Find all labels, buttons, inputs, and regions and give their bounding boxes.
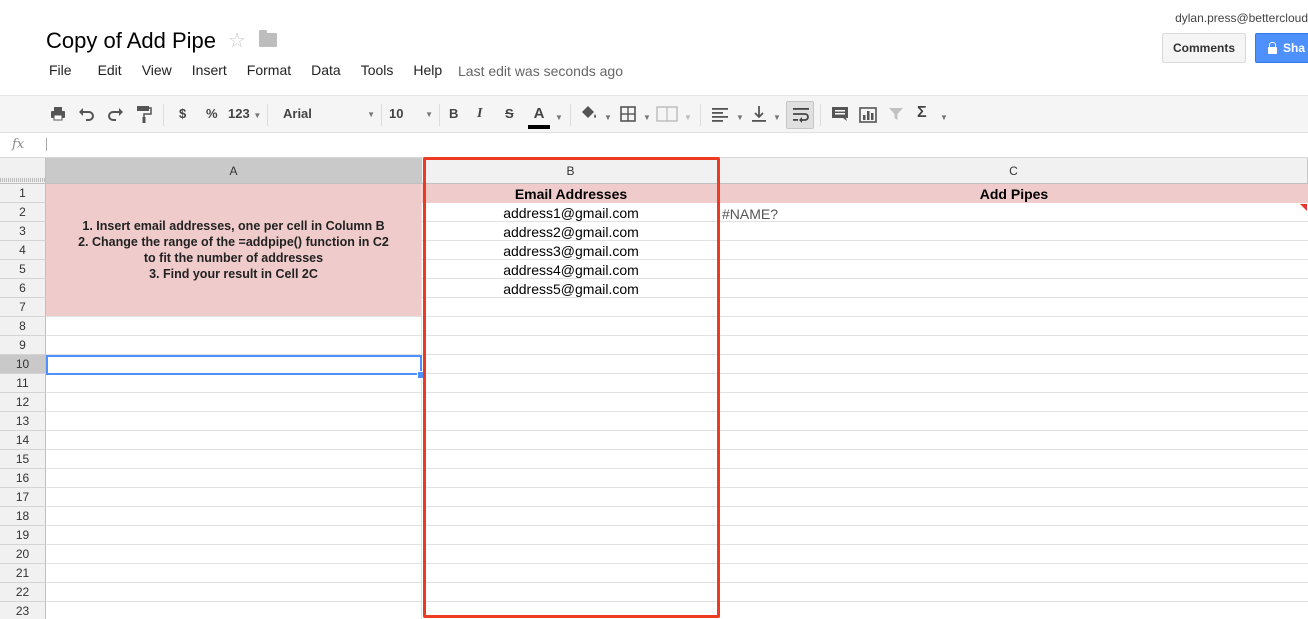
row-header-23[interactable]: 23 (0, 602, 46, 619)
menu-bar: File Edit View Insert Format Data Tools … (49, 62, 462, 82)
row-header-6[interactable]: 6 (0, 279, 46, 298)
wrap-text-icon (793, 108, 809, 123)
menu-format[interactable]: Format (247, 62, 291, 82)
paint-format-icon[interactable] (136, 105, 152, 123)
fx-icon: fx (12, 137, 25, 152)
font-size-label: 10 (389, 106, 404, 121)
vertical-align-icon[interactable] (750, 105, 768, 123)
chevron-down-icon: ▼ (425, 110, 433, 119)
app-header: Copy of Add Pipe ☆ dylan.press@betterclo… (0, 0, 1308, 95)
row-header-19[interactable]: 19 (0, 526, 46, 545)
borders-icon[interactable] (620, 106, 636, 122)
error-flag-icon (1300, 204, 1307, 211)
instruction-line: 1. Insert email addresses, one per cell … (82, 219, 385, 233)
menu-edit[interactable]: Edit (98, 62, 122, 82)
strikethrough-button[interactable]: S (505, 105, 514, 123)
text-color-button[interactable]: A (528, 105, 552, 129)
menu-file[interactable]: File (49, 62, 72, 82)
number-format-label: 123 (228, 106, 250, 121)
select-all-corner[interactable] (0, 158, 46, 184)
wrap-text-button[interactable] (786, 101, 814, 129)
row-header-16[interactable]: 16 (0, 469, 46, 488)
bold-button[interactable]: B (449, 105, 458, 123)
font-family-label: Arial (283, 106, 312, 121)
row-header-22[interactable]: 22 (0, 583, 46, 602)
redo-icon[interactable] (106, 106, 124, 122)
row-header-18[interactable]: 18 (0, 507, 46, 526)
formula-input[interactable] (46, 138, 47, 151)
row-header-12[interactable]: 12 (0, 393, 46, 412)
menu-view[interactable]: View (142, 62, 172, 82)
lock-icon (1268, 41, 1277, 54)
chevron-down-icon[interactable]: ▼ (773, 109, 781, 127)
share-button[interactable]: Sha (1255, 33, 1308, 63)
chevron-down-icon[interactable]: ▼ (736, 109, 744, 127)
comment-icon[interactable] (831, 106, 849, 122)
fill-color-icon[interactable] (579, 105, 599, 123)
column-b-highlight-annotation (423, 157, 720, 618)
user-email[interactable]: dylan.press@bettercloud (1175, 11, 1308, 25)
last-edit-status[interactable]: Last edit was seconds ago (458, 63, 623, 79)
menu-tools[interactable]: Tools (361, 62, 394, 82)
instructions-text: 1. Insert email addresses, one per cell … (78, 218, 389, 282)
menu-insert[interactable]: Insert (192, 62, 227, 82)
print-icon[interactable] (50, 106, 66, 122)
merge-cells-icon[interactable] (656, 106, 678, 122)
chevron-down-icon: ▼ (367, 110, 375, 119)
comments-button[interactable]: Comments (1162, 33, 1246, 63)
row-header-1[interactable]: 1 (0, 184, 46, 203)
row-header-3[interactable]: 3 (0, 222, 46, 241)
star-icon[interactable]: ☆ (228, 28, 246, 53)
cell-c2[interactable]: #NAME? (722, 204, 778, 223)
chevron-down-icon[interactable]: ▼ (684, 109, 692, 127)
chevron-down-icon[interactable]: ▼ (555, 109, 563, 127)
percent-format-button[interactable]: % (206, 105, 218, 123)
toolbar: $ % 123 ▼ Arial ▼ 10 ▼ B I S A ▼ ▼ ▼ ▼ ▼ ▼… (0, 95, 1308, 133)
row-header-11[interactable]: 11 (0, 374, 46, 393)
row-header-7[interactable]: 7 (0, 298, 46, 317)
instruction-line: 3. Find your result in Cell 2C (149, 267, 318, 281)
folder-icon[interactable] (259, 30, 277, 47)
row-header-8[interactable]: 8 (0, 317, 46, 336)
row-header-9[interactable]: 9 (0, 336, 46, 355)
instruction-line: to fit the number of addresses (143, 251, 324, 265)
menu-data[interactable]: Data (311, 62, 341, 82)
row-header-20[interactable]: 20 (0, 545, 46, 564)
row-header-15[interactable]: 15 (0, 450, 46, 469)
row-header-21[interactable]: 21 (0, 564, 46, 583)
undo-icon[interactable] (78, 106, 96, 122)
share-button-label: Sha (1283, 41, 1306, 55)
row-header-14[interactable]: 14 (0, 431, 46, 450)
merged-instruction-cell[interactable]: 1. Insert email addresses, one per cell … (46, 184, 422, 317)
cell-c1[interactable]: Add Pipes (720, 184, 1308, 203)
row-header-13[interactable]: 13 (0, 412, 46, 431)
selected-cell-a10[interactable] (46, 355, 422, 375)
chevron-down-icon: ▼ (253, 111, 262, 120)
row-header-2[interactable]: 2 (0, 203, 46, 222)
filter-icon[interactable] (888, 106, 904, 122)
align-left-icon[interactable] (711, 106, 729, 122)
column-header-c[interactable]: C (720, 158, 1308, 184)
font-family-dropdown[interactable]: Arial ▼ (283, 105, 375, 123)
row-header-10[interactable]: 10 (0, 355, 46, 374)
chevron-down-icon[interactable]: ▼ (643, 109, 651, 127)
italic-button[interactable]: I (477, 105, 482, 123)
column-header-a[interactable]: A (46, 158, 422, 184)
chevron-down-icon[interactable]: ▼ (604, 109, 612, 127)
number-format-dropdown[interactable]: 123 ▼ (228, 105, 261, 125)
currency-format-button[interactable]: $ (179, 105, 186, 123)
functions-button[interactable]: Σ (917, 104, 927, 122)
row-header-4[interactable]: 4 (0, 241, 46, 260)
row-header-17[interactable]: 17 (0, 488, 46, 507)
text-color-label: A (533, 105, 545, 122)
formula-bar: fx (0, 133, 1308, 158)
insert-chart-icon[interactable] (858, 106, 878, 124)
chevron-down-icon[interactable]: ▼ (940, 109, 948, 127)
font-size-dropdown[interactable]: 10 ▼ (389, 105, 433, 123)
document-title[interactable]: Copy of Add Pipe (46, 28, 216, 54)
menu-help[interactable]: Help (413, 62, 442, 82)
row-header-5[interactable]: 5 (0, 260, 46, 279)
instruction-line: 2. Change the range of the =addpipe() fu… (78, 235, 389, 249)
